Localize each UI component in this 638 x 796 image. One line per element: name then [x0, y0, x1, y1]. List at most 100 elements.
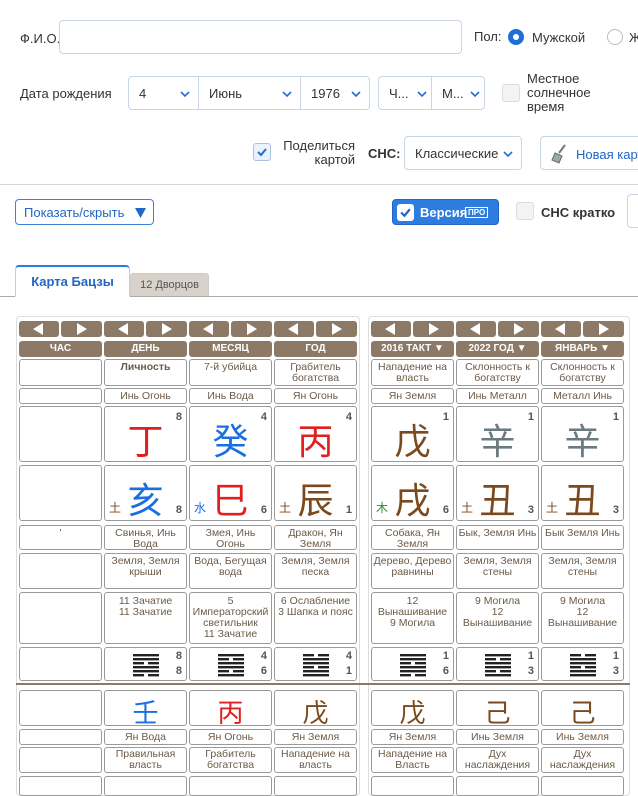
nav-next-button[interactable]: [231, 321, 272, 337]
heavenly-stem-cell: 丙4: [274, 406, 357, 462]
hexagram-number-bottom: 6: [442, 665, 449, 677]
hour-select[interactable]: Ч...: [378, 76, 432, 110]
nayin-cell: Дерево, Дерево равнины: [371, 553, 454, 589]
check-icon: [257, 148, 267, 157]
heavenly-stem-cell: 辛1: [456, 406, 539, 462]
hidden-stem-element-cell: Инь Земля: [541, 729, 624, 745]
nav-prev-button[interactable]: [189, 321, 229, 337]
hexagram-cell: 13: [456, 647, 539, 681]
hidden-stem-cell: 壬: [104, 690, 187, 726]
sex-female-radio[interactable]: [607, 29, 623, 45]
hidden-stem-element-cell: Ян Земля: [371, 729, 454, 745]
nav-prev-button[interactable]: [541, 321, 581, 337]
ten-god-label: Грабитель богатства: [290, 361, 341, 384]
life-stage-label: 5 Императорский светильник: [192, 595, 269, 629]
nav-next-button[interactable]: [413, 321, 454, 337]
nayin-label: Земля, Земля стены: [463, 555, 532, 578]
stem-number: 4: [345, 411, 352, 423]
hidden-stem-cell: 戊: [274, 690, 357, 726]
animal-label: Дракон, Ян Земля: [288, 527, 343, 550]
nav-next-button[interactable]: [583, 321, 624, 337]
life-stage-label: 11 Зачатие: [118, 595, 173, 607]
hexagram-number-bottom: 3: [612, 665, 619, 677]
stem-element-label: Инь Вода: [207, 390, 254, 402]
hidden-stem-cell: [19, 690, 102, 726]
new-card-button[interactable]: Новая карт: [540, 136, 638, 170]
share-checkbox[interactable]: [253, 143, 271, 161]
animal-cell: Свинья, Инь Вода: [104, 525, 187, 550]
nav-prev-button[interactable]: [104, 321, 144, 337]
stem-element-cell: Ян Земля: [371, 388, 454, 404]
nayin-cell: Вода, Бегущая вода: [189, 553, 272, 589]
stem-glyph: 辛: [564, 422, 601, 462]
hidden-stem-element-cell: Ян Земля: [274, 729, 357, 745]
version-pro-toggle[interactable]: Версия ПРО: [392, 199, 499, 225]
arrow-right-icon: [599, 323, 609, 335]
arrow-left-icon: [555, 323, 565, 335]
hidden-stem-ten-god-cell: Грабитель богатства: [189, 747, 272, 773]
nav-prev-button[interactable]: [371, 321, 411, 337]
stem-element-cell: Инь Металл: [456, 388, 539, 404]
column-header[interactable]: 2022 ГОД ▼: [456, 341, 539, 357]
nayin-cell: Земля, Земля стены: [456, 553, 539, 589]
column-header: ДЕНЬ: [104, 341, 187, 357]
column-header[interactable]: ЯНВАРЬ ▼: [541, 341, 624, 357]
minute-select[interactable]: М...: [431, 76, 485, 110]
hidden-stem-element-label: Ян Огонь: [207, 731, 254, 743]
hexagram-number-top: 1: [612, 650, 619, 662]
hidden-element-mark: 土: [109, 501, 122, 515]
nav-prev-button[interactable]: [19, 321, 59, 337]
arrow-left-icon: [385, 323, 395, 335]
hexagram-icon: [400, 654, 426, 677]
solar-time-checkbox[interactable]: [502, 84, 520, 102]
stem-element-label: Инь Огонь: [120, 390, 171, 402]
year-select[interactable]: 1976: [300, 76, 370, 110]
stem-number: 8: [175, 411, 182, 423]
chevron-down-icon: [351, 91, 361, 98]
heavenly-stem-cell: 癸4: [189, 406, 272, 462]
sns-select[interactable]: Классические: [404, 136, 522, 170]
nav-prev-button[interactable]: [274, 321, 314, 337]
nayin-cell: Земля, Земля песка: [274, 553, 357, 589]
next-row-cell: [456, 776, 539, 796]
sex-male-radio[interactable]: [508, 29, 524, 45]
hexagram-icon: [485, 654, 511, 677]
ten-god-label: 7-й убийца: [203, 361, 258, 373]
hidden-stem-cell: 丙: [189, 690, 272, 726]
month-select[interactable]: Июнь: [198, 76, 301, 110]
nav-next-button[interactable]: [316, 321, 357, 337]
fio-input[interactable]: [59, 20, 462, 54]
hidden-stem-ten-god-cell: Нападение на Власть: [371, 747, 454, 773]
tab-bazi-card[interactable]: Карта Бацзы: [15, 265, 130, 297]
ten-god-label: Склонность к богатству: [465, 361, 530, 384]
show-hide-button[interactable]: Показать/скрыть: [15, 199, 154, 225]
nav-prev-button[interactable]: [456, 321, 496, 337]
hidden-stem-element-label: Ян Земля: [291, 731, 340, 743]
hexagram-cell: [19, 647, 102, 681]
ten-god-cell: 7-й убийца: [189, 359, 272, 386]
day-select[interactable]: 4: [128, 76, 199, 110]
earthly-branch-cell: 辰1土: [274, 465, 357, 521]
month-value: Июнь: [209, 86, 243, 101]
sns-value: Классические: [415, 146, 499, 161]
arrow-left-icon: [470, 323, 480, 335]
hexagram-icon: [218, 654, 244, 677]
nav-next-button[interactable]: [498, 321, 539, 337]
tab-12-palaces[interactable]: 12 Дворцов: [130, 273, 209, 296]
hidden-stem-ten-god-cell: Дух наслаждения: [456, 747, 539, 773]
sns-short-checkbox[interactable]: [516, 202, 534, 220]
nav-next-button[interactable]: [146, 321, 187, 337]
triangle-down-icon: [135, 208, 146, 218]
broom-icon: [551, 144, 566, 164]
version-label: Версия: [420, 205, 468, 220]
extra-select[interactable]: [627, 194, 638, 228]
hexagram-cell: 46: [189, 647, 272, 681]
hidden-stem-ten-god-cell: [19, 747, 102, 773]
stem-glyph: 癸: [212, 422, 249, 462]
stem-element-label: Металл Инь: [553, 390, 612, 402]
nav-next-button[interactable]: [61, 321, 102, 337]
column-header[interactable]: 2016 ТАКТ ▼: [371, 341, 454, 357]
animal-cell: Змея, Инь Огонь: [189, 525, 272, 550]
hidden-element-mark: 水: [194, 501, 207, 515]
chevron-down-icon: [503, 151, 513, 158]
